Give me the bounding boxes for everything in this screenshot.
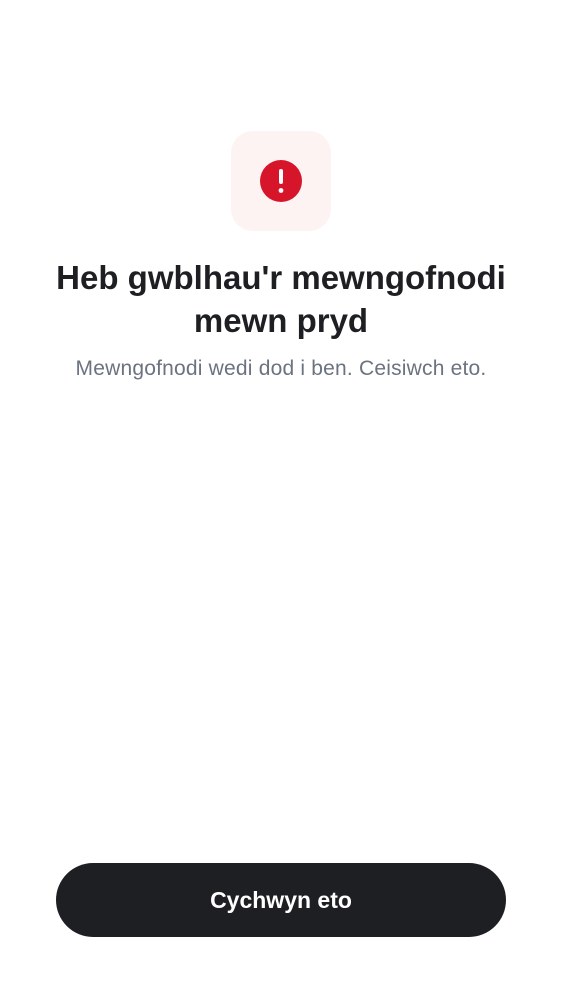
page-title: Heb gwblhau'r mewngofnodi mewn pryd — [56, 259, 506, 339]
exclamation-circle-icon — [260, 160, 302, 202]
error-icon-tile — [231, 131, 331, 231]
error-message: Mewngofnodi wedi dod i ben. Ceisiwch eto… — [75, 357, 487, 380]
start-again-button[interactable]: Cychwyn eto — [56, 863, 506, 937]
